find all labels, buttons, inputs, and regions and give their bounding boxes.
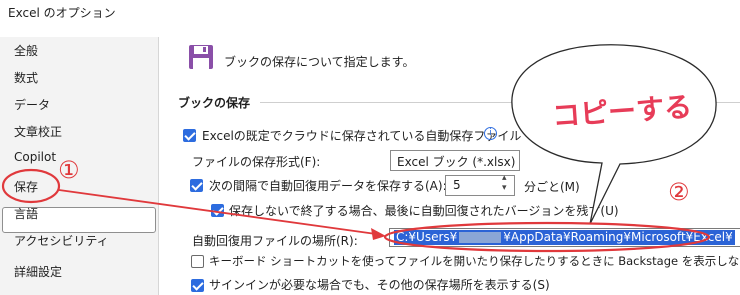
marker-2: ② bbox=[668, 178, 690, 206]
marker-1: ① bbox=[58, 156, 80, 184]
annotation-arrowhead bbox=[371, 228, 386, 240]
save-highlight-circle bbox=[1, 168, 61, 204]
annotation-arrow bbox=[58, 189, 377, 235]
annotation-overlay bbox=[1, 44, 717, 253]
path-highlight-circle bbox=[383, 221, 711, 253]
